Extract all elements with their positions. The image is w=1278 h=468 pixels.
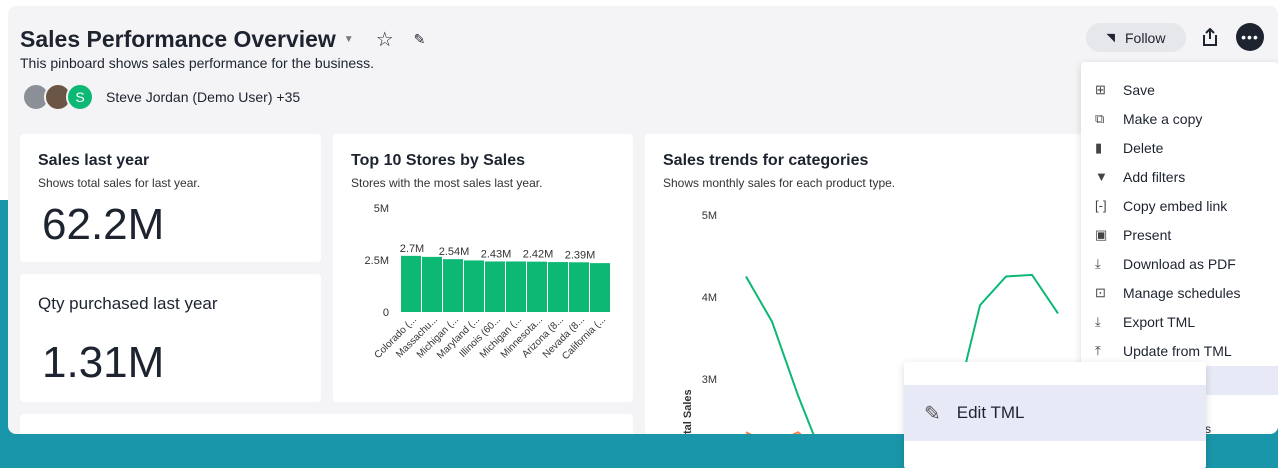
card-sales-last-year[interactable]: Sales last year Shows total sales for la… bbox=[20, 134, 321, 262]
menu-item-make-copy[interactable]: ⧉ Make a copy bbox=[1081, 104, 1278, 133]
more-options-icon[interactable]: ••• bbox=[1236, 23, 1264, 51]
avatar: S bbox=[66, 83, 94, 111]
bar bbox=[590, 263, 610, 312]
edit-tml-button[interactable]: ✎ Edit TML bbox=[904, 385, 1206, 441]
download-icon: ⤓ bbox=[1095, 255, 1101, 271]
bar bbox=[527, 261, 547, 312]
bar bbox=[443, 259, 463, 312]
bar-value-label: 2.43M bbox=[481, 248, 512, 260]
rss-icon: ◥ bbox=[1106, 32, 1115, 44]
pencil-icon: ✎ bbox=[924, 402, 941, 425]
menu-item-save[interactable]: ⊞ Save bbox=[1081, 75, 1278, 104]
present-icon: ▣ bbox=[1095, 226, 1108, 242]
card-bottom[interactable] bbox=[20, 414, 633, 434]
edit-tml-popup: ✎ Edit TML bbox=[904, 362, 1206, 468]
bar bbox=[569, 262, 589, 312]
bar bbox=[464, 260, 484, 312]
card-title: Qty purchased last year bbox=[38, 294, 218, 313]
menu-item-manage-schedules[interactable]: ⊡ Manage schedules bbox=[1081, 278, 1278, 307]
kpi-value: 62.2M bbox=[42, 200, 165, 249]
menu-item-add-filters[interactable]: ▼ Add filters bbox=[1081, 162, 1278, 191]
export-icon: ⤓ bbox=[1095, 313, 1101, 329]
card-top-stores[interactable]: Top 10 Stores by Sales Stores with the m… bbox=[333, 134, 633, 402]
bar bbox=[422, 256, 442, 312]
copy-icon: ⧉ bbox=[1095, 110, 1105, 126]
menu-item-copy-embed-link[interactable]: [-] Copy embed link bbox=[1081, 191, 1278, 220]
schedule-icon: ⊡ bbox=[1095, 284, 1106, 300]
card-description: Shows total sales for last year. bbox=[38, 176, 201, 190]
menu-item-download-pdf[interactable]: ⤓ Download as PDF bbox=[1081, 249, 1278, 278]
bar bbox=[485, 261, 505, 312]
authors[interactable]: S Steve Jordan (Demo User) +35 bbox=[22, 83, 300, 111]
page-description: This pinboard shows sales performance fo… bbox=[20, 55, 375, 71]
edit-tml-label: Edit TML bbox=[956, 403, 1025, 422]
series-line bbox=[745, 276, 815, 434]
bar-value-label: 2.42M bbox=[523, 249, 554, 261]
y-axis-label: tal Sales bbox=[682, 389, 694, 434]
bar-value-label: 2.54M bbox=[439, 246, 470, 258]
y-tick-label: 2.5M bbox=[365, 255, 389, 267]
plus-box-icon: ⊞ bbox=[1095, 81, 1106, 97]
title-row: Sales Performance Overview ▼ ☆ ✎ bbox=[20, 26, 425, 53]
menu-item-update-from-tml[interactable]: ⤒ Update from TML bbox=[1081, 336, 1278, 365]
bar bbox=[548, 262, 568, 312]
card-title: Sales last year bbox=[38, 152, 150, 169]
trash-icon: ▮ bbox=[1095, 139, 1103, 155]
update-icon: ⤒ bbox=[1095, 342, 1101, 358]
bar bbox=[506, 261, 526, 312]
follow-button[interactable]: ◥ Follow bbox=[1086, 23, 1186, 52]
bar-chart: 02.5M5M2.7MColorado (...Massachu...2.54M… bbox=[365, 203, 610, 362]
star-icon[interactable]: ☆ bbox=[376, 27, 394, 52]
bar bbox=[401, 255, 421, 312]
bar-value-label: 2.7M bbox=[400, 243, 424, 255]
y-tick-label: 3M bbox=[702, 374, 717, 386]
embed-icon: [-] bbox=[1095, 198, 1107, 213]
y-tick-label: 4M bbox=[702, 292, 717, 304]
y-tick-label: 0 bbox=[383, 307, 389, 319]
y-tick-label: 5M bbox=[702, 210, 717, 222]
menu-item-delete[interactable]: ▮ Delete bbox=[1081, 133, 1278, 162]
menu-item-export-tml[interactable]: ⤓ Export TML bbox=[1081, 307, 1278, 336]
menu-item-present[interactable]: ▣ Present bbox=[1081, 220, 1278, 249]
filter-icon: ▼ bbox=[1095, 169, 1108, 184]
authors-text: Steve Jordan (Demo User) +35 bbox=[106, 89, 301, 105]
pencil-icon[interactable]: ✎ bbox=[414, 31, 426, 48]
card-qty-purchased[interactable]: Qty purchased last year 1.31M bbox=[20, 274, 321, 402]
follow-label: Follow bbox=[1125, 29, 1166, 46]
bar-value-label: 2.39M bbox=[565, 249, 596, 261]
page-title: Sales Performance Overview bbox=[20, 26, 336, 52]
y-tick-label: 5M bbox=[374, 203, 389, 215]
kpi-value: 1.31M bbox=[42, 338, 165, 387]
chevron-down-icon[interactable]: ▼ bbox=[344, 34, 354, 45]
share-icon[interactable] bbox=[1196, 23, 1224, 51]
